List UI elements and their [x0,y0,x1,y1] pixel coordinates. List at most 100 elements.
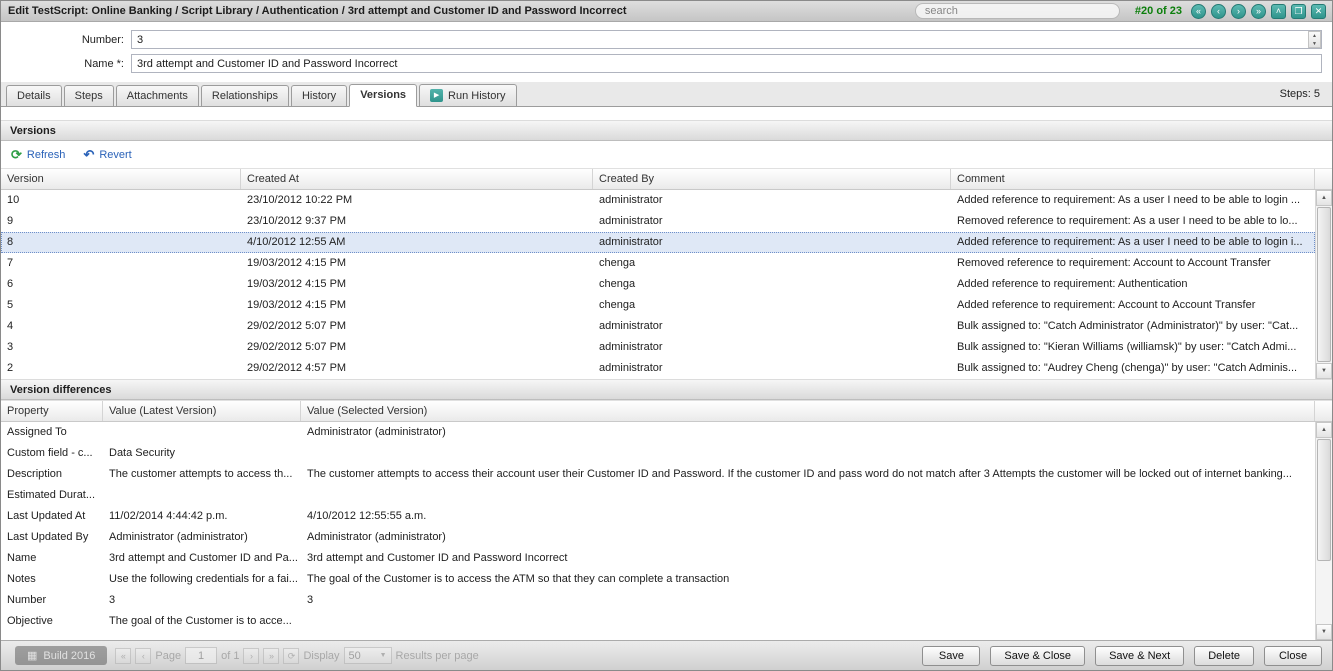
column-header-comment[interactable]: Comment [951,169,1315,189]
tab-run-history[interactable]: ▶Run History [419,84,516,106]
cell-created-by: chenga [593,253,951,274]
collapse-button[interactable]: ˄ [1271,4,1286,19]
version-row[interactable]: 7 19/03/2012 4:15 PM chenga Removed refe… [1,253,1315,274]
tab-history[interactable]: History [291,85,347,106]
versions-table-body: 10 23/10/2012 10:22 PM administrator Add… [1,190,1332,379]
save-button[interactable]: Save [922,646,980,666]
spinner-up-icon[interactable]: ▲ [1309,32,1320,40]
diff-row-last-updated-at[interactable]: Last Updated At 11/02/2014 4:44:42 p.m. … [1,506,1315,527]
cell-created-by: administrator [593,232,951,253]
nav-first-button[interactable]: « [1191,4,1206,19]
pager: « ‹ Page of 1 › » ⟳ Display 50 ▼ Results… [115,647,478,664]
version-row[interactable]: 3 29/02/2012 5:07 PM administrator Bulk … [1,337,1315,358]
name-input[interactable] [131,54,1322,73]
restore-button[interactable]: ❐ [1291,4,1306,19]
number-input[interactable] [131,30,1322,49]
cell-created-at: 23/10/2012 10:22 PM [241,190,593,211]
scroll-down-icon[interactable]: ▼ [1316,363,1332,379]
versions-scrollbar[interactable]: ▲ ▼ [1315,190,1332,379]
tab-steps-label: Steps [75,90,103,102]
cell-created-at: 23/10/2012 9:37 PM [241,211,593,232]
diff-row-notes[interactable]: Notes Use the following credentials for … [1,569,1315,590]
collapse-icon: ˄ [1276,6,1281,16]
pager-next-button[interactable]: › [243,648,259,664]
cell-created-by: chenga [593,274,951,295]
scrollbar-thumb[interactable] [1317,207,1331,362]
cell-comment: Added reference to requirement: As a use… [951,190,1315,211]
tab-attachments-label: Attachments [127,90,188,102]
diff-row-number[interactable]: Number 3 3 [1,590,1315,611]
version-row[interactable]: 5 19/03/2012 4:15 PM chenga Added refere… [1,295,1315,316]
revert-button[interactable]: ↶ Revert [83,147,131,163]
form-area: Number: ▲ ▼ Name *: [1,22,1332,82]
tabstrip: Details Steps Attachments Relationships … [1,82,1332,107]
column-header-property[interactable]: Property [1,401,103,421]
tab-relationships[interactable]: Relationships [201,85,289,106]
close-button[interactable]: Close [1264,646,1322,666]
cell-created-at: 19/03/2012 4:15 PM [241,253,593,274]
spinner-down-icon[interactable]: ▼ [1309,40,1320,48]
save-and-next-button[interactable]: Save & Next [1095,646,1184,666]
cell-selected [301,443,1315,464]
scroll-up-icon[interactable]: ▲ [1316,422,1332,438]
diff-row-objective[interactable]: Objective The goal of the Customer is to… [1,611,1315,632]
cell-version: 8 [1,232,241,253]
version-row[interactable]: 10 23/10/2012 10:22 PM administrator Add… [1,190,1315,211]
refresh-button[interactable]: ⟳ Refresh [11,147,65,163]
search-input[interactable] [915,3,1120,19]
delete-button[interactable]: Delete [1194,646,1254,666]
pager-last-button[interactable]: » [263,648,279,664]
steps-count: Steps: 5 [1280,88,1328,106]
tab-versions[interactable]: Versions [349,84,417,107]
tab-details[interactable]: Details [6,85,62,106]
diff-row-custom-field[interactable]: Custom field - c... Data Security [1,443,1315,464]
footer-buttons: Save Save & Close Save & Next Delete Clo… [922,646,1322,666]
scrollbar-track[interactable] [1316,562,1332,624]
titlebar: Edit TestScript: Online Banking / Script… [1,1,1332,22]
pager-prev-button[interactable]: ‹ [135,648,151,664]
differences-scrollbar[interactable]: ▲ ▼ [1315,422,1332,640]
page-input[interactable] [185,647,217,664]
scrollbar-thumb[interactable] [1317,439,1331,561]
cell-version: 4 [1,316,241,337]
number-spinner[interactable]: ▲ ▼ [1308,31,1321,48]
cell-selected: 3rd attempt and Customer ID and Password… [301,548,1315,569]
differences-section-title: Version differences [10,384,112,396]
nav-last-button[interactable]: » [1251,4,1266,19]
column-header-latest[interactable]: Value (Latest Version) [103,401,301,421]
version-row[interactable]: 2 29/02/2012 4:57 PM administrator Bulk … [1,358,1315,379]
diff-row-estimated-duration[interactable]: Estimated Durat... [1,485,1315,506]
column-header-selected[interactable]: Value (Selected Version) [301,401,1315,421]
cell-comment: Removed reference to requirement: Accoun… [951,253,1315,274]
page-size-select[interactable]: 50 ▼ [344,647,392,664]
differences-rows: Assigned To Administrator (administrator… [1,422,1315,640]
tab-attachments[interactable]: Attachments [116,85,199,106]
save-and-close-button[interactable]: Save & Close [990,646,1085,666]
cell-latest [103,485,301,506]
diff-row-last-updated-by[interactable]: Last Updated By Administrator (administr… [1,527,1315,548]
cell-comment: Added reference to requirement: As a use… [951,232,1315,253]
pager-refresh-icon[interactable]: ⟳ [283,648,299,664]
nav-next-button[interactable]: › [1231,4,1246,19]
version-row[interactable]: 6 19/03/2012 4:15 PM chenga Added refere… [1,274,1315,295]
column-header-created-by[interactable]: Created By [593,169,951,189]
tab-steps[interactable]: Steps [64,85,114,106]
cell-selected: The goal of the Customer is to access th… [301,569,1315,590]
cell-created-at: 29/02/2012 5:07 PM [241,337,593,358]
scroll-down-icon[interactable]: ▼ [1316,624,1332,640]
cell-latest: Use the following credentials for a fai.… [103,569,301,590]
nav-prev-button[interactable]: ‹ [1211,4,1226,19]
column-header-version[interactable]: Version [1,169,241,189]
version-row-selected[interactable]: 8 4/10/2012 12:55 AM administrator Added… [1,232,1315,253]
close-button-titlebar[interactable]: ✕ [1311,4,1326,19]
page-size-value: 50 [349,650,361,662]
cell-created-by: chenga [593,295,951,316]
diff-row-name[interactable]: Name 3rd attempt and Customer ID and Pa.… [1,548,1315,569]
column-header-created-at[interactable]: Created At [241,169,593,189]
scroll-up-icon[interactable]: ▲ [1316,190,1332,206]
pager-first-button[interactable]: « [115,648,131,664]
version-row[interactable]: 4 29/02/2012 5:07 PM administrator Bulk … [1,316,1315,337]
version-row[interactable]: 9 23/10/2012 9:37 PM administrator Remov… [1,211,1315,232]
diff-row-description[interactable]: Description The customer attempts to acc… [1,464,1315,485]
diff-row-assigned-to[interactable]: Assigned To Administrator (administrator… [1,422,1315,443]
